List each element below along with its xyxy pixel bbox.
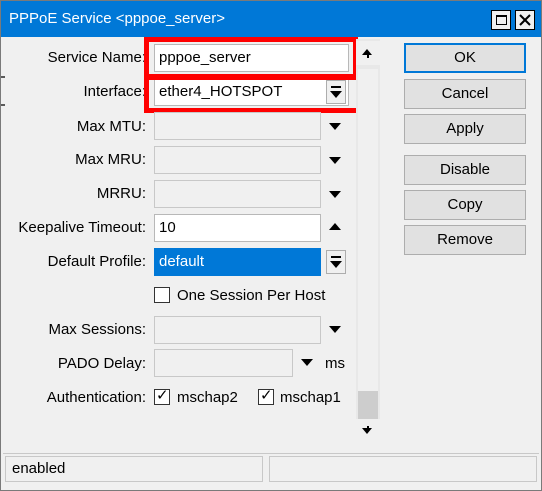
ok-button[interactable]: OK [404,43,526,73]
highlight-interface [144,75,367,113]
mrru-label: MRRU: [96,185,146,202]
checkmark-icon: ✓ [260,387,273,404]
max-mru-label: Max MRU: [75,151,146,168]
cancel-button[interactable]: Cancel [404,79,526,109]
one-session-per-host-label: One Session Per Host [177,287,326,304]
window-title: PPPoE Service <pppoe_server> [9,10,225,27]
form-scrollbar[interactable] [356,39,380,443]
max-mtu-input[interactable] [154,112,321,140]
close-button[interactable] [515,10,535,30]
status-bar: enabled [3,453,539,483]
pado-delay-input[interactable] [154,349,293,377]
chevron-down-icon[interactable] [329,157,341,164]
maximize-icon [496,15,507,25]
status-cell-state: enabled [5,456,263,482]
keepalive-timeout-label: Keepalive Timeout: [18,219,146,236]
authentication-label: Authentication: [46,389,146,406]
service-name-label: Service Name: [47,49,146,66]
title-bar[interactable]: PPPoE Service <pppoe_server> [1,1,541,37]
scrollbar-track[interactable] [358,69,378,395]
default-profile-dropdown-button[interactable] [326,250,346,274]
mrru-input[interactable] [154,180,321,208]
status-text: enabled [12,460,66,477]
remove-button[interactable]: Remove [404,225,526,255]
chevron-down-icon[interactable] [329,191,341,198]
scroll-up-button[interactable] [356,41,380,65]
max-mtu-label: Max MTU: [76,118,146,135]
auth-mschap2-label: mschap2 [177,389,238,406]
chevron-down-icon[interactable] [329,326,341,333]
pado-delay-label: PADO Delay: [57,355,146,372]
edge-mark [1,76,5,78]
auth-mschap1-label: mschap1 [280,389,341,406]
disable-button[interactable]: Disable [404,155,526,185]
one-session-per-host-checkbox[interactable] [154,287,170,303]
auth-mschap1-checkbox[interactable]: ✓ [258,387,274,405]
auth-mschap2-checkbox[interactable]: ✓ [154,387,170,405]
chevron-up-icon[interactable] [329,223,341,230]
highlight-service-name [144,37,358,79]
max-sessions-input[interactable] [154,316,321,344]
edge-mark [1,104,5,106]
keepalive-timeout-input[interactable]: 10 [154,214,321,242]
scroll-down-button[interactable] [356,419,380,443]
copy-button[interactable]: Copy [404,190,526,220]
pado-delay-unit: ms [325,355,345,372]
default-profile-label: Default Profile: [47,253,146,270]
chevron-down-icon[interactable] [329,123,341,130]
status-cell-extra [269,456,537,482]
default-profile-select[interactable]: default [154,248,321,276]
pppoe-service-dialog: PPPoE Service <pppoe_server> Service Nam… [0,0,542,491]
interface-label: Interface: [83,83,146,100]
apply-button[interactable]: Apply [404,114,526,144]
close-icon [519,14,531,26]
max-sessions-label: Max Sessions: [48,321,146,338]
chevron-down-icon [330,261,342,268]
maximize-button[interactable] [491,10,511,30]
checkmark-icon: ✓ [156,387,169,404]
max-mru-input[interactable] [154,146,321,174]
chevron-down-icon[interactable] [301,359,313,366]
